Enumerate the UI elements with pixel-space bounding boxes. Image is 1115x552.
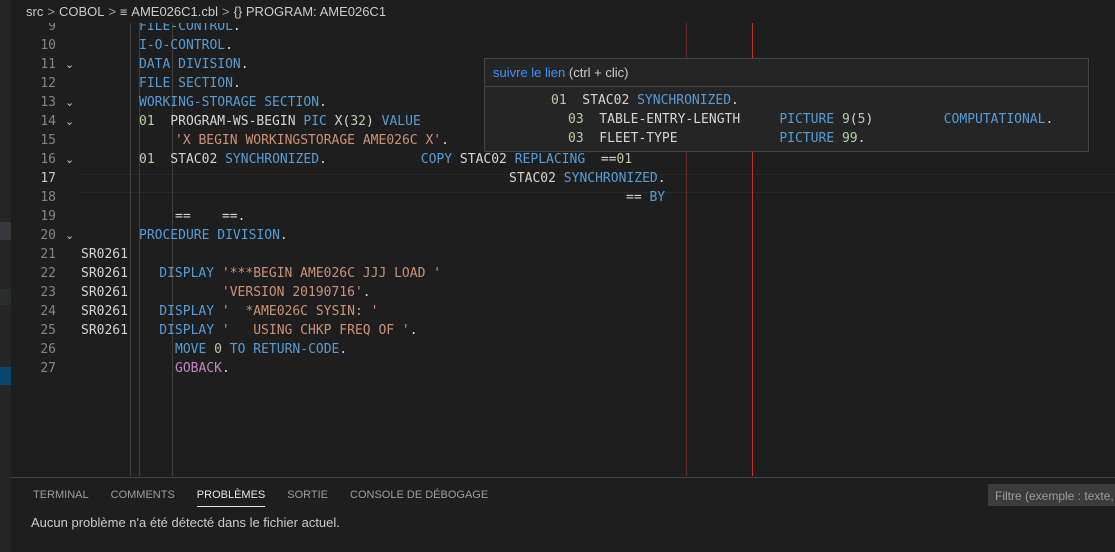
breadcrumb-item-file[interactable]: AME026C1.cbl xyxy=(131,4,218,19)
activity-bar-edge xyxy=(0,0,11,552)
activity-marker[interactable] xyxy=(0,289,11,305)
hover-code-line: 03 FLEET-TYPE PICTURE 99. xyxy=(568,131,866,146)
problems-filter-input[interactable]: Filtre (exemple : texte, \ xyxy=(988,484,1115,506)
tab-output[interactable]: SORTIE xyxy=(276,478,339,512)
panel-tabs: TERMINAL COMMENTS PROBLÈMES SORTIE CONSO… xyxy=(11,478,499,512)
code-line: SR0261 DISPLAY ' *AME026C SYSIN: ' xyxy=(81,304,379,319)
line-number: 9 xyxy=(48,23,56,34)
line-number: 21 xyxy=(40,247,56,262)
breadcrumb-separator: > xyxy=(108,4,117,19)
line-number: 27 xyxy=(40,361,56,376)
shortcut-hint: (ctrl + clic) xyxy=(568,65,629,80)
code-line: FILE-CONTROL. xyxy=(139,23,241,34)
definition-hover-popup: suivre le lien (ctrl + clic) 01 STAC02 S… xyxy=(484,58,1089,152)
indent-guide xyxy=(130,23,131,476)
breadcrumb-item-program[interactable]: {} PROGRAM: AME026C1 xyxy=(234,4,386,19)
line-number: 23 xyxy=(40,285,56,300)
code-line: 'X BEGIN WORKINGSTORAGE AME026C X'. xyxy=(175,133,449,148)
line-number: 22 xyxy=(40,266,56,281)
hover-header: suivre le lien (ctrl + clic) xyxy=(485,59,1088,87)
breadcrumb-separator: > xyxy=(47,4,55,19)
code-line: 01 STAC02 SYNCHRONIZED. COPY STAC02 REPL… xyxy=(139,152,633,167)
code-line: STAC02 SYNCHRONIZED. xyxy=(509,171,666,186)
line-number: 15 xyxy=(40,133,56,148)
line-number: 18 xyxy=(40,190,56,205)
tab-comments[interactable]: COMMENTS xyxy=(100,478,186,512)
chevron-down-icon[interactable]: ⌄ xyxy=(65,150,77,169)
line-number: 19 xyxy=(40,209,56,224)
breadcrumb: src > COBOL > ≡ AME026C1.cbl > {} PROGRA… xyxy=(11,0,1115,23)
hover-code-line: 03 TABLE-ENTRY-LENGTH PICTURE 9(5) COMPU… xyxy=(568,112,1054,127)
code-line: SR0261 DISPLAY '***BEGIN AME026C JJJ LOA… xyxy=(81,266,442,281)
code-line: SR0261 'VERSION 20190716'. xyxy=(81,285,371,300)
tab-terminal[interactable]: TERMINAL xyxy=(11,478,100,512)
chevron-down-icon[interactable]: ⌄ xyxy=(65,226,77,245)
line-number: 17 xyxy=(40,171,56,186)
chevron-down-icon[interactable]: ⌄ xyxy=(65,112,77,131)
code-line: == ==. xyxy=(175,209,246,224)
tab-problems[interactable]: PROBLÈMES xyxy=(186,478,276,512)
activity-marker[interactable] xyxy=(0,367,11,385)
breadcrumb-separator: > xyxy=(222,4,230,19)
code-line: DATA DIVISION. xyxy=(139,57,249,72)
line-number: 14 xyxy=(40,114,56,129)
line-number: 12 xyxy=(40,76,56,91)
code-line: WORKING-STORAGE SECTION. xyxy=(139,95,327,110)
code-line: GOBACK. xyxy=(175,361,230,376)
chevron-down-icon[interactable]: ⌄ xyxy=(65,93,77,112)
line-number: 13 xyxy=(40,95,56,110)
problems-message: Aucun problème n'a été détecté dans le f… xyxy=(31,515,340,530)
line-number: 11 xyxy=(40,57,56,72)
line-number: 26 xyxy=(40,342,56,357)
tab-debug-console[interactable]: CONSOLE DE DÉBOGAGE xyxy=(339,478,499,512)
code-line: SR0261 xyxy=(81,247,128,262)
code-line: FILE SECTION. xyxy=(139,76,241,91)
code-line: PROCEDURE DIVISION. xyxy=(139,228,288,243)
code-line: 01 PROGRAM-WS-BEGIN PIC X(32) VALUE xyxy=(139,114,421,129)
bottom-panel: TERMINAL COMMENTS PROBLÈMES SORTIE CONSO… xyxy=(11,477,1115,552)
line-number: 20 xyxy=(40,228,56,243)
line-number: 25 xyxy=(40,323,56,338)
code-line: MOVE 0 TO RETURN-CODE. xyxy=(175,342,348,357)
breadcrumb-item-src[interactable]: src xyxy=(26,4,43,19)
breadcrumb-item-cobol[interactable]: COBOL xyxy=(59,4,105,19)
line-number: 24 xyxy=(40,304,56,319)
code-line: I-O-CONTROL. xyxy=(139,38,233,53)
line-number: 10 xyxy=(40,38,56,53)
line-number: 16 xyxy=(40,152,56,167)
follow-link[interactable]: suivre le lien xyxy=(493,65,565,80)
activity-marker[interactable] xyxy=(0,222,11,240)
code-line: SR0261 DISPLAY ' USING CHKP FREQ OF '. xyxy=(81,323,418,338)
hover-code-line: 01 STAC02 SYNCHRONIZED. xyxy=(551,93,739,108)
file-lines-icon: ≡ xyxy=(120,4,128,19)
code-line: == BY xyxy=(626,190,666,205)
chevron-down-icon[interactable]: ⌄ xyxy=(65,55,77,74)
